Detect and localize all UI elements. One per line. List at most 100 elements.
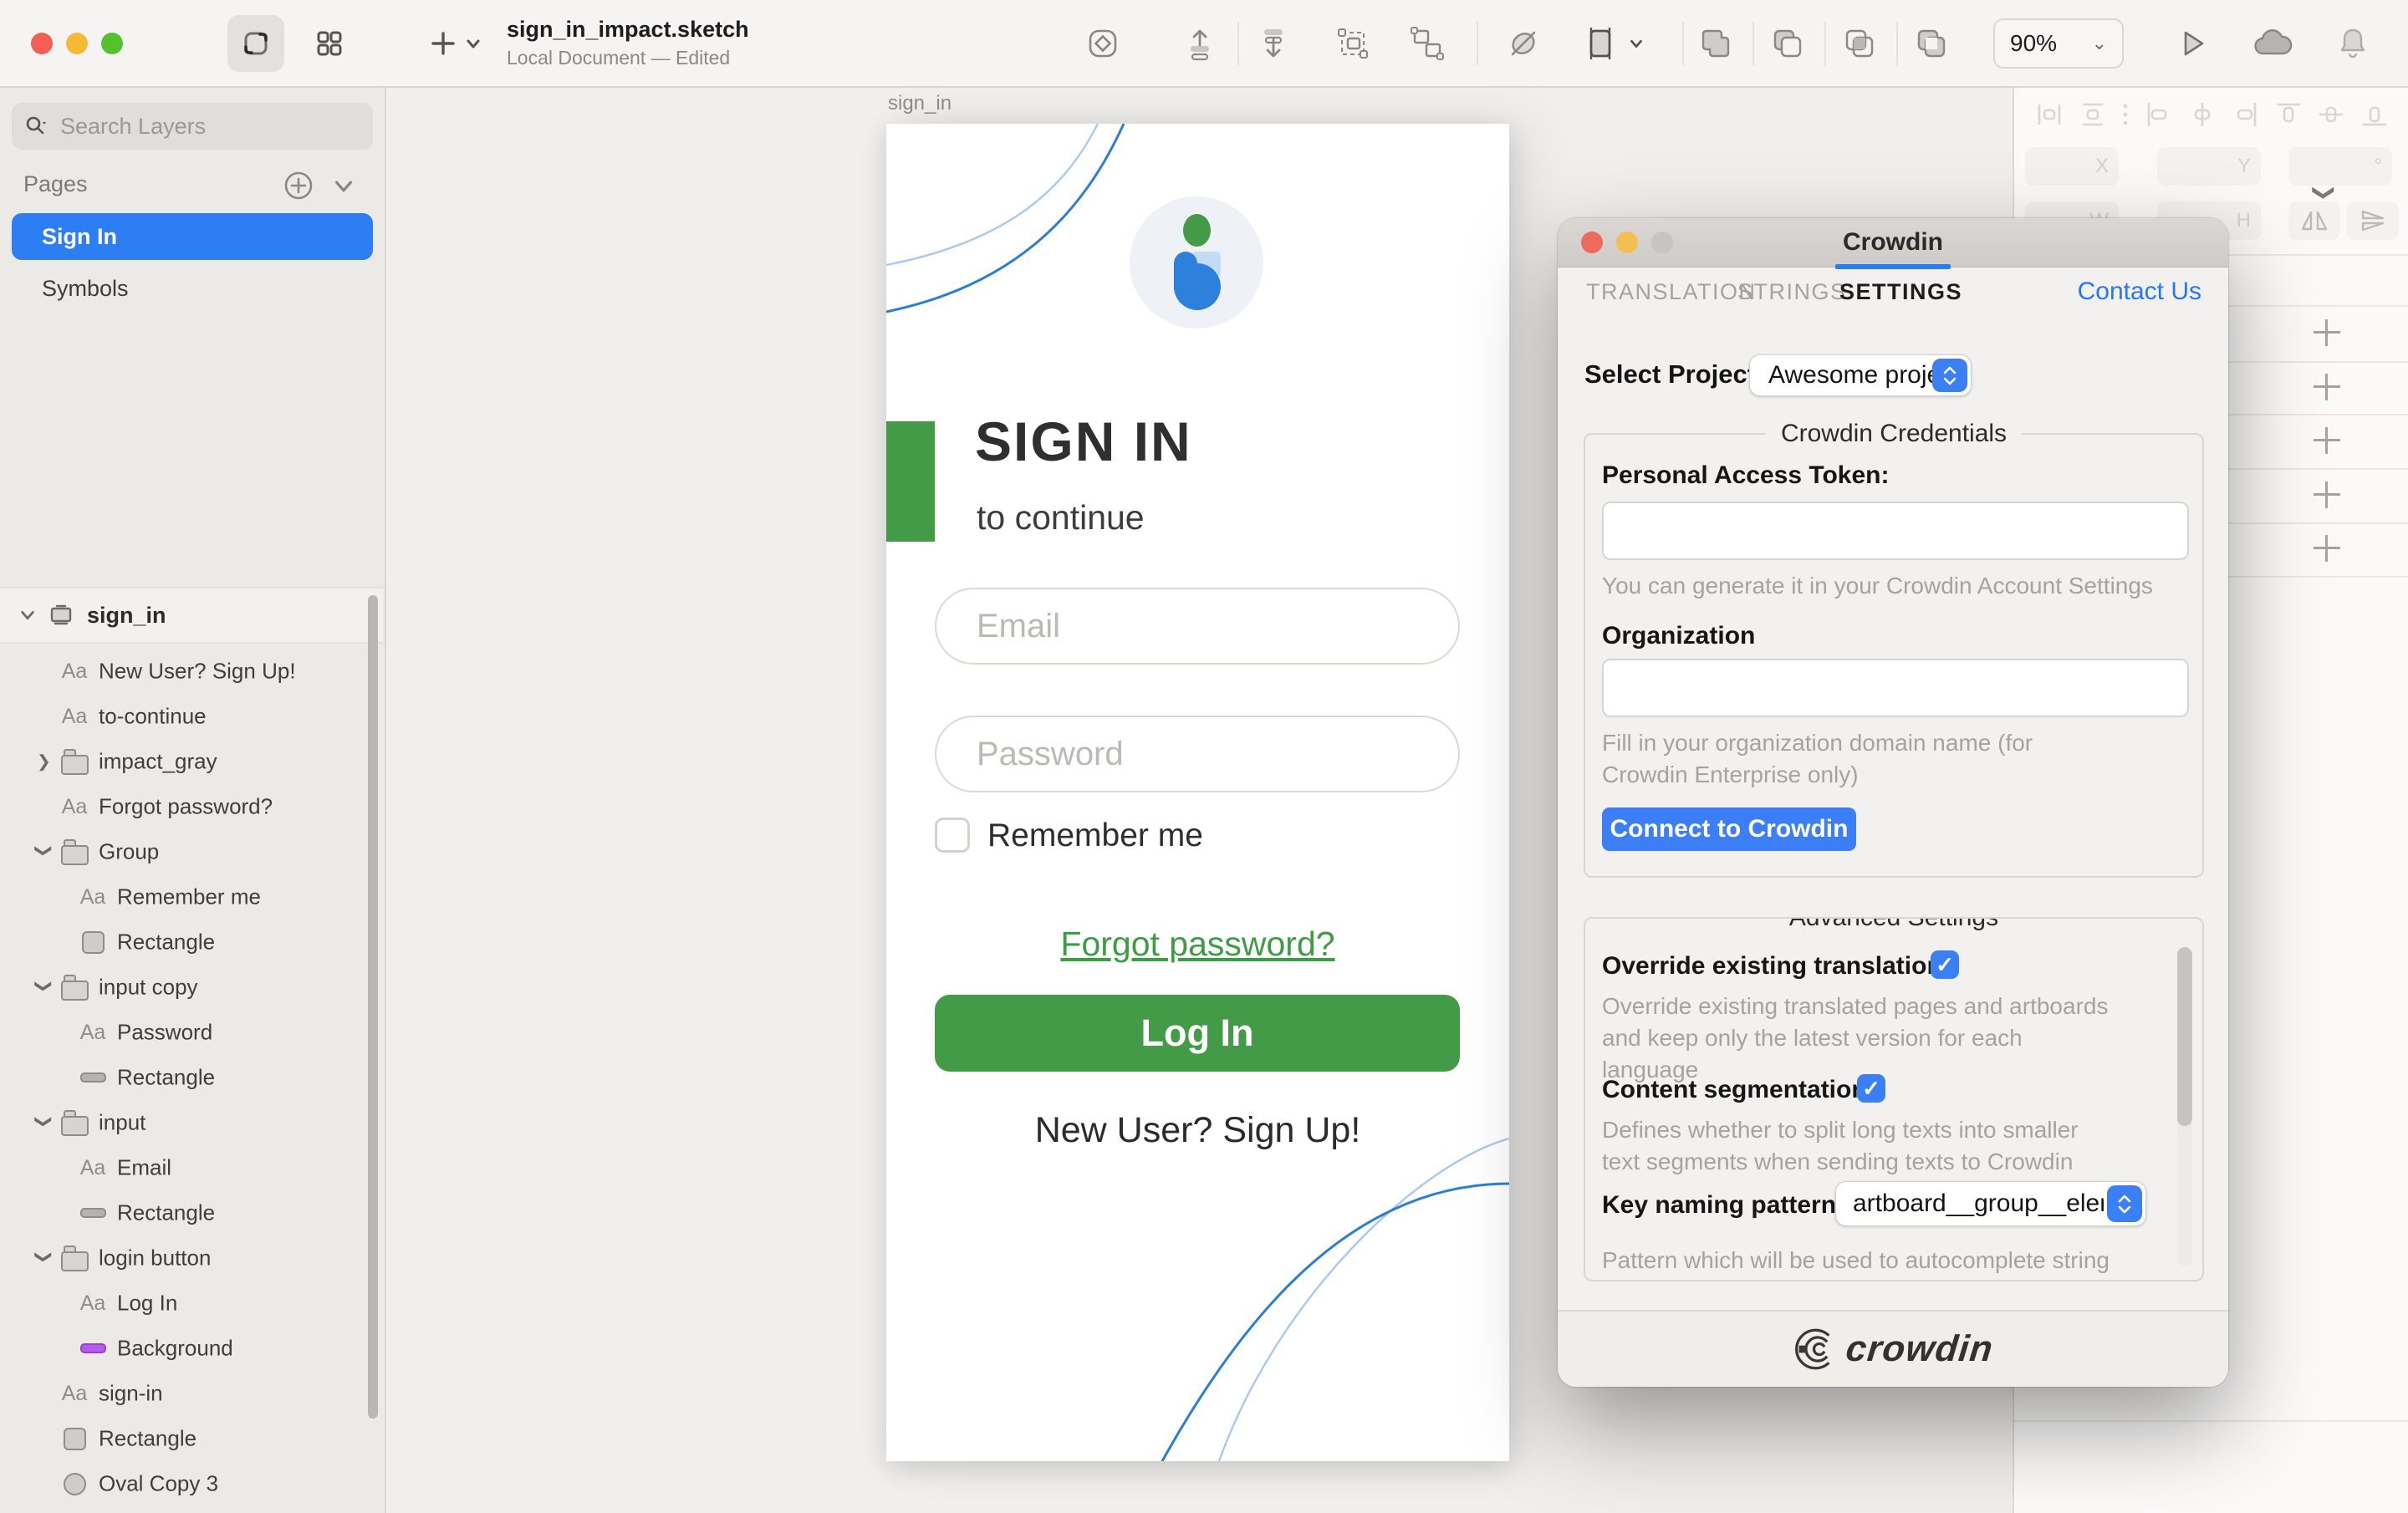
- align-left-icon[interactable]: [2142, 98, 2176, 131]
- sign-up-link[interactable]: New User? Sign Up!: [886, 1110, 1509, 1151]
- layer-row[interactable]: ❯ Aa to-continue: [0, 694, 383, 739]
- layer-row[interactable]: ❯ Rectangle: [0, 920, 383, 965]
- chevron-icon[interactable]: ❯: [33, 1114, 54, 1128]
- zoom-level-select[interactable]: 90% ⌄: [1993, 18, 2124, 69]
- send-backward-button[interactable]: [1250, 20, 1297, 67]
- more-options-icon[interactable]: [2119, 98, 2132, 131]
- tab-strings[interactable]: STRINGS: [1737, 279, 1847, 305]
- collapse-section-chevron[interactable]: ❯: [2311, 184, 2337, 202]
- canvas-view-toggle[interactable]: [227, 15, 284, 72]
- align-center-horizontal-icon[interactable]: [2186, 98, 2219, 131]
- add-style-button[interactable]: [2314, 481, 2340, 508]
- add-style-button[interactable]: [2314, 319, 2340, 346]
- layer-row[interactable]: ❯ login button: [0, 1235, 383, 1281]
- distribute-horizontally-icon[interactable]: [2033, 98, 2066, 131]
- advanced-scrollbar[interactable]: [2177, 947, 2192, 1266]
- override-checkbox[interactable]: ✓: [1931, 950, 1959, 979]
- layer-row[interactable]: ❯ Aa Forgot password?: [0, 784, 383, 829]
- app-logo[interactable]: [1130, 196, 1263, 329]
- contact-us-link[interactable]: Contact Us: [2078, 278, 2201, 306]
- layer-row[interactable]: ❯ Group: [0, 829, 383, 874]
- layer-row[interactable]: ❯ Aa Remember me: [0, 874, 383, 920]
- layer-row[interactable]: ❯ Rectangle: [0, 1190, 383, 1235]
- token-input[interactable]: [1602, 502, 2189, 560]
- chevron-icon[interactable]: ❯: [33, 979, 54, 993]
- log-in-button[interactable]: Log In: [935, 995, 1460, 1072]
- rotation-field[interactable]: °: [2288, 147, 2392, 186]
- fullscreen-window-button[interactable]: [101, 33, 123, 54]
- segmentation-checkbox[interactable]: ✓: [1857, 1074, 1885, 1103]
- ungroup-button[interactable]: [1404, 20, 1451, 67]
- remember-me-checkbox[interactable]: [935, 818, 970, 853]
- align-middle-vertical-icon[interactable]: [2314, 98, 2348, 131]
- close-window-button[interactable]: [31, 33, 53, 54]
- flip-horizontal-button[interactable]: [2288, 201, 2340, 240]
- minimize-window-button[interactable]: [66, 33, 88, 54]
- boolean-union-button[interactable]: [1692, 20, 1739, 67]
- group-button[interactable]: [1329, 20, 1376, 67]
- resize-artboard-button[interactable]: [1577, 20, 1624, 67]
- layer-row[interactable]: ❯ impact_gray: [0, 739, 383, 784]
- artboard-title[interactable]: sign_in: [888, 92, 951, 115]
- email-field[interactable]: Email: [935, 588, 1460, 665]
- layer-row[interactable]: ❯ Aa Log In: [0, 1281, 383, 1326]
- layer-row[interactable]: ❯ Oval Copy 3: [0, 1461, 383, 1506]
- insert-chevron[interactable]: [458, 20, 488, 67]
- layer-row[interactable]: ❯ Aa New User? Sign Up!: [0, 649, 383, 694]
- y-position-field[interactable]: Y: [2157, 147, 2261, 186]
- align-bottom-icon[interactable]: [2358, 98, 2391, 131]
- add-style-button[interactable]: [2314, 374, 2340, 400]
- layer-row[interactable]: ❯ Rectangle: [0, 1416, 383, 1461]
- add-style-button[interactable]: [2314, 427, 2340, 454]
- resize-chevron[interactable]: [1622, 20, 1650, 67]
- layer-row[interactable]: ❯ Rectangle: [0, 1055, 383, 1100]
- sign-in-artboard[interactable]: SIGN IN to continue Email Password Remem…: [886, 124, 1509, 1461]
- distribute-vertically-icon[interactable]: [2076, 98, 2110, 131]
- cloud-sync-button[interactable]: [2249, 20, 2296, 67]
- layer-row[interactable]: ❯ Aa Password: [0, 1010, 383, 1055]
- flip-vertical-button[interactable]: [2347, 201, 2399, 240]
- sidebar-scrollbar[interactable]: [368, 595, 378, 1419]
- sign-in-heading[interactable]: SIGN IN: [975, 410, 1192, 473]
- preview-button[interactable]: [2169, 20, 2216, 67]
- search-layers-field[interactable]: Search Layers: [12, 103, 373, 150]
- boolean-subtract-button[interactable]: [1764, 20, 1811, 67]
- artboard-layer-header[interactable]: sign_in: [0, 587, 383, 644]
- key-naming-select[interactable]: artboard__group__elemer: [1835, 1181, 2146, 1226]
- chevron-icon[interactable]: ❯: [33, 843, 54, 858]
- page-item-sign-in[interactable]: Sign In: [12, 213, 373, 260]
- layer-row[interactable]: ❯ Background: [0, 1326, 383, 1371]
- boolean-difference-button[interactable]: [1908, 20, 1955, 67]
- layer-row[interactable]: ❯ Aa Email: [0, 1145, 383, 1190]
- notifications-button[interactable]: [2329, 20, 2376, 67]
- collapse-pages-chevron[interactable]: [331, 176, 356, 196]
- tab-settings[interactable]: SETTINGS: [1839, 279, 1962, 305]
- advanced-scrollbar-thumb[interactable]: [2177, 947, 2192, 1126]
- crowdin-titlebar[interactable]: Crowdin: [1558, 218, 2228, 267]
- project-select[interactable]: Awesome project: [1749, 354, 1972, 396]
- bring-forward-button[interactable]: [1176, 20, 1223, 67]
- to-continue-subheading[interactable]: to continue: [977, 498, 1145, 537]
- page-item-symbols[interactable]: Symbols: [12, 265, 373, 312]
- align-right-icon[interactable]: [2228, 98, 2262, 131]
- tab-translation[interactable]: TRANSLATION: [1586, 279, 1757, 305]
- align-top-icon[interactable]: [2272, 98, 2305, 131]
- password-field[interactable]: Password: [935, 716, 1460, 792]
- add-style-button[interactable]: [2314, 535, 2340, 562]
- chevron-down-icon[interactable]: [18, 606, 37, 624]
- layer-row[interactable]: ❯ input copy: [0, 965, 383, 1010]
- layer-row[interactable]: ❯ Aa sign-in: [0, 1371, 383, 1416]
- organization-input[interactable]: [1602, 659, 2189, 717]
- forgot-password-link[interactable]: Forgot password?: [886, 925, 1509, 964]
- chevron-icon[interactable]: ❯: [33, 1250, 54, 1264]
- grid-view-toggle[interactable]: [301, 15, 358, 72]
- layer-row[interactable]: ❯ input: [0, 1100, 383, 1145]
- connect-to-crowdin-button[interactable]: Connect to Crowdin: [1602, 807, 1856, 851]
- remember-me-label[interactable]: Remember me: [987, 818, 1203, 854]
- x-position-field[interactable]: X: [2025, 147, 2119, 186]
- boolean-intersect-button[interactable]: [1836, 20, 1883, 67]
- green-accent-rectangle[interactable]: [886, 421, 935, 542]
- chevron-icon[interactable]: ❯: [37, 751, 51, 772]
- add-page-button[interactable]: [283, 170, 314, 201]
- no-fill-tool-button[interactable]: [1500, 20, 1547, 67]
